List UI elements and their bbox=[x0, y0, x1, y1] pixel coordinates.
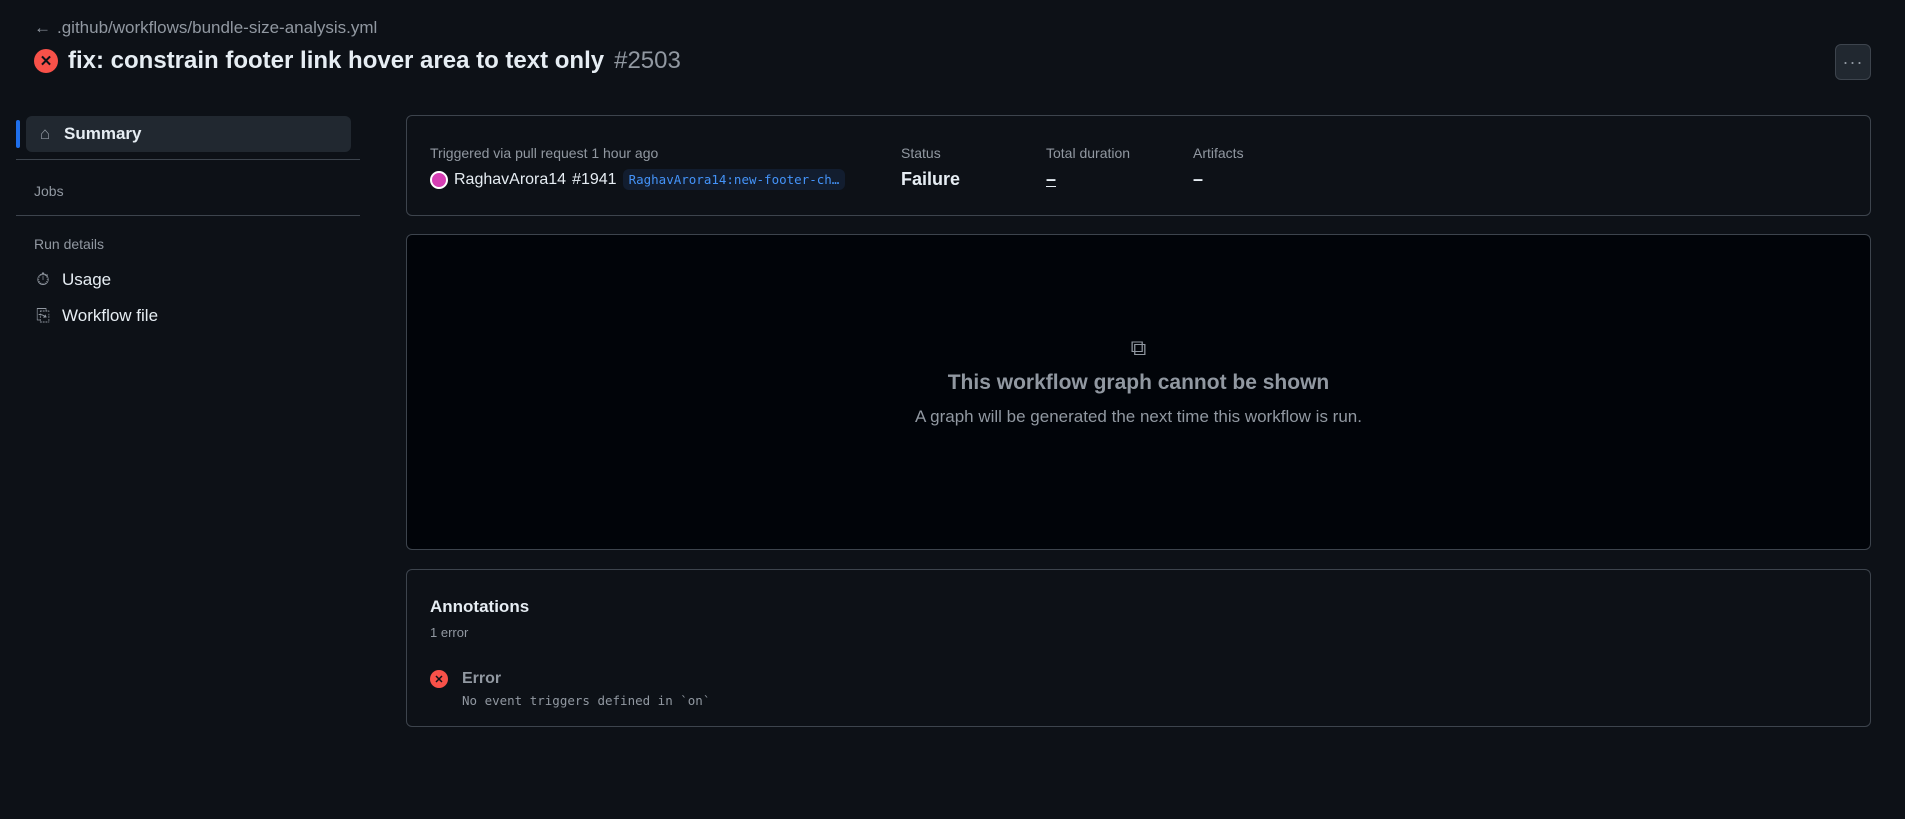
arrow-left-icon: ← bbox=[34, 18, 51, 37]
workflow-file-label: Workflow file bbox=[62, 306, 159, 325]
actor-link[interactable]: RaghavArora14 bbox=[454, 171, 566, 189]
x-circle-icon: ✕ bbox=[34, 49, 58, 73]
pr-link[interactable]: #1941 bbox=[572, 171, 617, 189]
stopwatch-icon: ⏱ bbox=[36, 270, 50, 289]
divider bbox=[16, 159, 360, 160]
graph-subtitle: A graph will be generated the next time … bbox=[915, 407, 1362, 426]
summary-label: Summary bbox=[64, 124, 142, 143]
avatar[interactable] bbox=[430, 170, 448, 189]
artifacts-label: Artifacts bbox=[1193, 145, 1244, 161]
graph-title: This workflow graph cannot be shown bbox=[947, 371, 1330, 394]
branch-label[interactable]: RaghavArora14:new-footer-ch… bbox=[622, 169, 846, 190]
annotation-item[interactable]: ✕ Error No event triggers defined in `on… bbox=[430, 670, 710, 708]
divider bbox=[16, 215, 360, 216]
file-code-icon: ⎘ bbox=[36, 306, 50, 325]
home-icon: ⌂ bbox=[39, 124, 51, 143]
sidebar-item-summary[interactable]: ⌂ Summary bbox=[26, 116, 351, 152]
back-link[interactable]: ← .github/workflows/bundle-size-analysis.… bbox=[34, 18, 377, 38]
duration-value[interactable]: – bbox=[1046, 169, 1056, 190]
annotations-title: Annotations bbox=[430, 597, 530, 616]
run-details-heading: Run details bbox=[34, 236, 105, 252]
workflow-graph-card: ⧉ This workflow graph cannot be shown A … bbox=[406, 234, 1871, 550]
artifacts-value: – bbox=[1193, 169, 1204, 189]
status-label: Status bbox=[901, 145, 941, 161]
usage-label: Usage bbox=[62, 270, 112, 289]
annotation-level: Error bbox=[462, 670, 502, 687]
status-value: Failure bbox=[901, 169, 961, 189]
active-indicator bbox=[16, 120, 20, 148]
annotations-card: Annotations 1 error ✕ Error No event tri… bbox=[406, 569, 1871, 727]
duration-label: Total duration bbox=[1046, 145, 1131, 161]
sidebar-item-usage[interactable]: ⏱ Usage bbox=[34, 270, 111, 290]
sidebar-item-workflow-file[interactable]: ⎘ Workflow file bbox=[34, 306, 158, 326]
jobs-heading: Jobs bbox=[34, 183, 64, 199]
workflow-path: .github/workflows/bundle-size-analysis.y… bbox=[57, 18, 378, 37]
summary-card: Triggered via pull request 1 hour ago Ra… bbox=[406, 115, 1871, 216]
more-options-button[interactable]: ··· bbox=[1835, 44, 1871, 80]
annotations-count: 1 error bbox=[430, 625, 469, 640]
run-number: #2503 bbox=[614, 47, 681, 74]
workflow-icon: ⧉ bbox=[1130, 335, 1147, 360]
run-title: fix: constrain footer link hover area to… bbox=[68, 47, 605, 74]
page-title: ✕ fix: constrain footer link hover area … bbox=[34, 47, 681, 75]
annotation-message: No event triggers defined in `on` bbox=[462, 693, 711, 708]
trigger-text: Triggered via pull request 1 hour ago bbox=[430, 145, 659, 161]
x-circle-icon: ✕ bbox=[430, 670, 448, 688]
